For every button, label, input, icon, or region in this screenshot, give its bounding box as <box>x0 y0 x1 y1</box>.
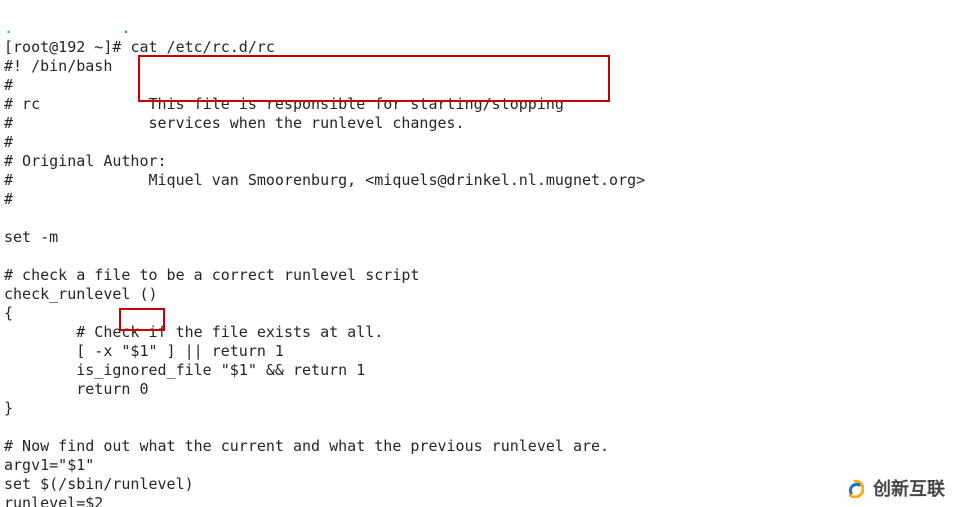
top-fragment: . . <box>4 19 130 37</box>
fragment-dot-2: . <box>121 19 130 37</box>
code-line: # <box>4 133 13 151</box>
fragment-dot-1: . <box>4 19 13 37</box>
code-line: runlevel=$2 <box>4 494 103 507</box>
code-line: # <box>4 76 13 94</box>
code-line: set -m <box>4 228 58 246</box>
code-line: # Original Author: <box>4 152 167 170</box>
code-line: check_runlevel () <box>4 285 158 303</box>
code-line: # check a file to be a correct runlevel … <box>4 266 419 284</box>
code-line: # Now find out what the current and what… <box>4 437 609 455</box>
code-line: { <box>4 304 13 322</box>
code-line: # <box>4 190 13 208</box>
command-input[interactable]: cat /etc/rc.d/rc <box>130 38 275 56</box>
code-line: # services when the runlevel changes. <box>4 114 465 132</box>
code-line: # rc This file is responsible for starti… <box>4 95 564 113</box>
shell-prompt[interactable]: [root@192 ~]# <box>4 38 121 56</box>
code-line: argv1="$1" <box>4 456 94 474</box>
code-line: #! /bin/bash <box>4 57 112 75</box>
code-line: } <box>4 399 13 417</box>
code-line: # Check if the file exists at all. <box>4 323 383 341</box>
code-line: # Miquel van Smoorenburg, <miquels@drink… <box>4 171 645 189</box>
code-line: [ -x "$1" ] || return 1 <box>4 342 284 360</box>
code-line: set $(/sbin/runlevel) <box>4 475 194 493</box>
code-line: return 0 <box>4 380 149 398</box>
code-line: is_ignored_file "$1" && return 1 <box>4 361 365 379</box>
terminal-output: . . [root@192 ~]# cat /etc/rc.d/rc #! /b… <box>0 0 953 507</box>
